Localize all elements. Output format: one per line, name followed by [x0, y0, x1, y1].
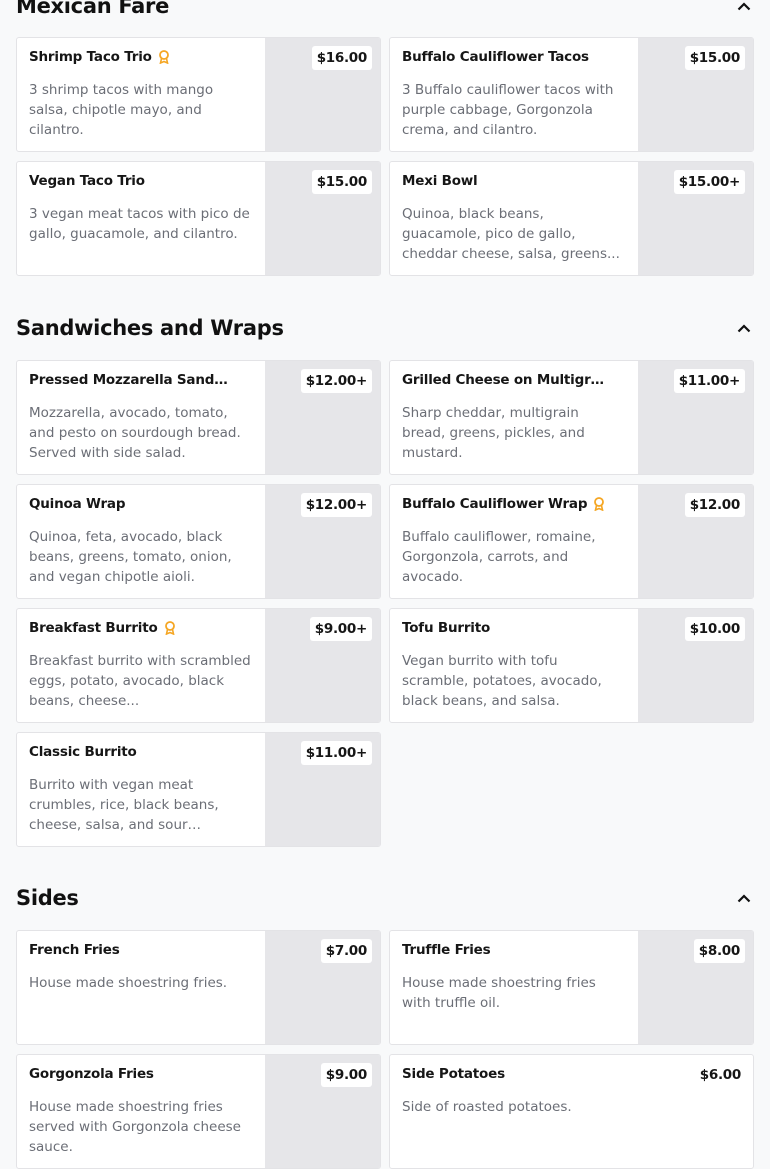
item-description: Quinoa, black beans, guacamole, pico de … [402, 206, 620, 262]
chevron-up-icon[interactable] [734, 888, 754, 908]
section-header-sandwiches-and-wraps[interactable]: Sandwiches and Wraps [16, 313, 754, 343]
item-description: Breakfast burrito with scrambled eggs, p… [29, 653, 251, 709]
chevron-up-icon[interactable] [734, 318, 754, 338]
menu-item-card[interactable]: Buffalo Cauliflower Wrap Buffalo caulifl… [389, 484, 754, 599]
menu-item-card[interactable]: Breakfast Burrito Breakfast burrito with… [16, 608, 381, 723]
menu-item-card[interactable]: French Fries House made shoestring fries… [16, 930, 381, 1045]
item-price: $6.00 [699, 1067, 741, 1083]
item-name: Mexi Bowl [402, 173, 478, 189]
item-price: $12.00+ [300, 493, 372, 517]
item-name: Buffalo Cauliflower Wrap [402, 496, 588, 512]
menu-item-card[interactable]: Buffalo Cauliflower Tacos 3 Buffalo caul… [389, 37, 754, 152]
menu-item-card[interactable]: Tofu Burrito Vegan burrito with tofu scr… [389, 608, 754, 723]
item-name: Tofu Burrito [402, 620, 491, 636]
item-price: $8.00 [693, 939, 745, 963]
item-name: Grilled Cheese on Multigrain [402, 372, 612, 388]
item-price: $12.00+ [300, 369, 372, 393]
item-price: $16.00 [311, 46, 372, 70]
item-price: $12.00 [684, 493, 745, 517]
menu-item-card[interactable]: Grilled Cheese on Multigrain Sharp chedd… [389, 360, 754, 475]
section-header-mexican-fare[interactable]: Mexican Fare [16, 0, 754, 21]
item-price: $10.00 [684, 617, 745, 641]
item-description: Sharp cheddar, multigrain bread, greens,… [402, 405, 585, 461]
item-name: Truffle Fries [402, 942, 491, 958]
item-description: House made shoestring fries with truffle… [402, 975, 596, 1011]
menu-item-card[interactable]: Vegan Taco Trio 3 vegan meat tacos with … [16, 161, 381, 276]
section-title: Sides [16, 886, 79, 910]
award-ribbon-icon [164, 621, 176, 635]
item-description: 3 vegan meat tacos with pico de gallo, g… [29, 206, 250, 242]
menu-item-card[interactable]: Side Potatoes Side of roasted potatoes. … [389, 1054, 754, 1169]
item-price: $11.00+ [673, 369, 745, 393]
item-name: Gorgonzola Fries [29, 1066, 154, 1082]
item-description: Quinoa, feta, avocado, black beans, gree… [29, 529, 232, 585]
item-description: Side of roasted potatoes. [402, 1099, 572, 1115]
menu-item-card[interactable]: Shrimp Taco Trio 3 shrimp tacos with man… [16, 37, 381, 152]
item-name: Quinoa Wrap [29, 496, 126, 512]
section-title: Mexican Fare [16, 0, 170, 18]
item-description: Vegan burrito with tofu scramble, potato… [402, 653, 602, 709]
item-name: Breakfast Burrito [29, 620, 158, 636]
menu-item-card[interactable]: Gorgonzola Fries House made shoestring f… [16, 1054, 381, 1169]
menu-item-card[interactable]: Pressed Mozzarella Sandwi... Mozzarella,… [16, 360, 381, 475]
chevron-up-icon[interactable] [734, 0, 754, 16]
item-price: $9.00+ [309, 617, 372, 641]
item-description: 3 Buffalo cauliflower tacos with purple … [402, 82, 614, 138]
item-name: Shrimp Taco Trio [29, 49, 152, 65]
item-description: House made shoestring fries served with … [29, 1099, 241, 1155]
item-price: $15.00 [684, 46, 745, 70]
menu-item-card[interactable]: Truffle Fries House made shoestring frie… [389, 930, 754, 1045]
item-price: $7.00 [320, 939, 372, 963]
item-name: Vegan Taco Trio [29, 173, 145, 189]
section-header-sides[interactable]: Sides [16, 883, 754, 913]
item-price: $15.00 [311, 170, 372, 194]
section-title: Sandwiches and Wraps [16, 316, 284, 340]
item-name: Pressed Mozzarella Sandwi... [29, 372, 239, 388]
item-description: House made shoestring fries. [29, 975, 228, 991]
item-description: Buffalo cauliflower, romaine, Gorgonzola… [402, 529, 596, 585]
item-description: Mozzarella, avocado, tomato, and pesto o… [29, 405, 241, 461]
item-description: 3 shrimp tacos with mango salsa, chipotl… [29, 82, 214, 138]
item-price: $15.00+ [673, 170, 745, 194]
item-name: Classic Burrito [29, 744, 137, 760]
item-name: French Fries [29, 942, 120, 958]
award-ribbon-icon [158, 50, 170, 64]
item-price: $11.00+ [300, 741, 372, 765]
item-description: Burrito with vegan meat crumbles, rice, … [29, 777, 219, 833]
menu-item-card[interactable]: Classic Burrito Burrito with vegan meat … [16, 732, 381, 847]
menu-item-card[interactable]: Quinoa Wrap Quinoa, feta, avocado, black… [16, 484, 381, 599]
award-ribbon-icon [593, 497, 605, 511]
menu-item-card[interactable]: Mexi Bowl Quinoa, black beans, guacamole… [389, 161, 754, 276]
item-name: Side Potatoes [402, 1066, 505, 1082]
item-name: Buffalo Cauliflower Tacos [402, 49, 589, 65]
item-price: $9.00 [320, 1063, 372, 1087]
